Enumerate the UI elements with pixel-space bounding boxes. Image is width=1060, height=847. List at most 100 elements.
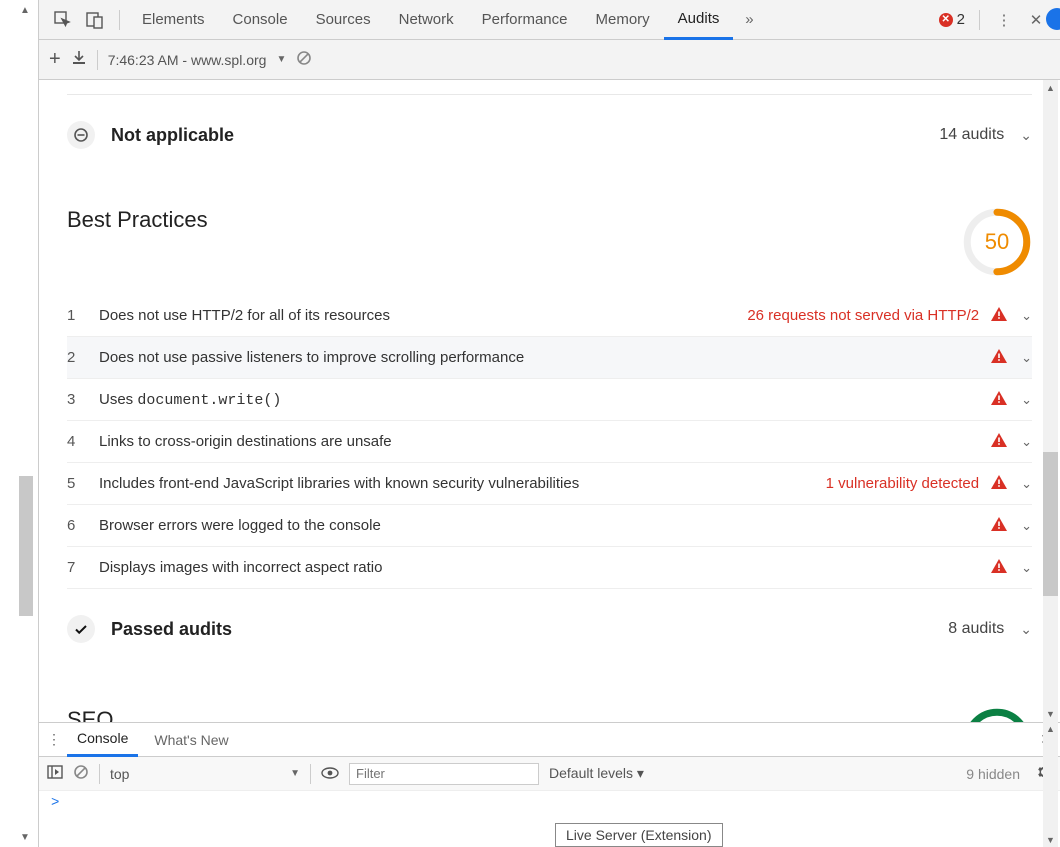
check-icon	[67, 615, 95, 643]
download-report-icon[interactable]	[71, 50, 87, 69]
audit-row[interactable]: 5Includes front-end JavaScript libraries…	[67, 463, 1032, 505]
drawer-tab-whatsnew[interactable]: What's New	[144, 723, 238, 757]
tab-audits[interactable]: Audits	[664, 0, 734, 40]
audit-row[interactable]: 6Browser errors were logged to the conso…	[67, 505, 1032, 547]
section-best-practices: Best Practices 50	[67, 167, 1032, 277]
audit-label: Does not use passive listeners to improv…	[99, 349, 991, 366]
live-expression-icon[interactable]	[321, 766, 339, 782]
drawer-scrollbar[interactable]: ▲ ▼	[1043, 722, 1058, 847]
audit-label: Links to cross-origin destinations are u…	[99, 433, 991, 450]
section-title: SEO	[67, 707, 113, 722]
chevron-down-icon: ⌄	[1021, 518, 1032, 534]
scroll-up-icon[interactable]: ▲	[1043, 722, 1058, 736]
audit-index: 2	[67, 349, 99, 366]
chevron-down-icon: ▼	[276, 54, 286, 65]
audit-label: Displays images with incorrect aspect ra…	[99, 559, 991, 576]
chevron-down-icon: ⌄	[1020, 127, 1032, 144]
tab-network[interactable]: Network	[385, 0, 468, 40]
filter-input[interactable]	[349, 763, 539, 785]
chevron-down-icon: ▼	[290, 768, 300, 779]
drawer-tab-console[interactable]: Console	[67, 723, 138, 757]
warning-triangle-icon	[991, 307, 1007, 325]
audit-label: Does not use HTTP/2 for all of its resou…	[99, 307, 747, 324]
section-seo: SEO	[67, 661, 1032, 722]
console-prompt[interactable]: >	[39, 791, 1060, 815]
chevron-down-icon: ⌄	[1021, 308, 1032, 324]
error-count-badge[interactable]: ✕ 2	[939, 11, 965, 28]
warning-triangle-icon	[991, 559, 1007, 577]
context-selector[interactable]: top ▼	[110, 766, 300, 782]
section-not-applicable[interactable]: Not applicable 14 audits ⌄	[67, 95, 1032, 167]
scroll-up-icon[interactable]: ▲	[1043, 80, 1058, 96]
warning-triangle-icon	[991, 517, 1007, 535]
audit-row[interactable]: 2Does not use passive listeners to impro…	[67, 337, 1032, 379]
separator	[979, 10, 980, 30]
separator	[97, 50, 98, 70]
section-title: Not applicable	[111, 125, 234, 146]
report-selector[interactable]: 7:46:23 AM - www.spl.org ▼	[108, 52, 287, 68]
section-title: Passed audits	[111, 619, 232, 640]
score-gauge	[962, 707, 1032, 722]
new-audit-icon[interactable]: +	[49, 48, 61, 71]
context-label: top	[110, 766, 129, 782]
tooltip: Live Server (Extension)	[555, 823, 723, 847]
warning-triangle-icon	[991, 475, 1007, 493]
page-scroll-up-icon[interactable]: ▲	[17, 2, 33, 18]
chevron-down-icon: ⌄	[1021, 434, 1032, 450]
scroll-down-icon[interactable]: ▼	[1043, 706, 1058, 722]
inspect-element-icon[interactable]	[51, 8, 75, 32]
tab-performance[interactable]: Performance	[468, 0, 582, 40]
chevron-down-icon: ⌄	[1021, 476, 1032, 492]
audit-detail: 26 requests not served via HTTP/2	[747, 307, 979, 324]
scroll-down-icon[interactable]: ▼	[1043, 833, 1058, 847]
tab-memory[interactable]: Memory	[582, 0, 664, 40]
audit-row[interactable]: 3Uses document.write() ⌄	[67, 379, 1032, 421]
audit-label: Uses document.write()	[99, 391, 991, 409]
console-drawer: ⋮ Console What's New ✕ top ▼ Default le	[39, 722, 1060, 847]
score-value: 50	[962, 207, 1032, 277]
hidden-count: 9 hidden	[966, 766, 1020, 782]
score-gauge: 50	[962, 207, 1032, 277]
audit-row[interactable]: 4Links to cross-origin destinations are …	[67, 421, 1032, 463]
audit-index: 3	[67, 391, 99, 408]
separator	[119, 10, 120, 30]
clear-console-icon[interactable]	[73, 764, 89, 783]
section-passed-audits[interactable]: Passed audits 8 audits ⌄	[67, 589, 1032, 661]
audits-toolbar: + 7:46:23 AM - www.spl.org ▼	[39, 40, 1060, 80]
audit-label: Browser errors were logged to the consol…	[99, 517, 991, 534]
warning-triangle-icon	[991, 391, 1007, 409]
console-sidebar-toggle-icon[interactable]	[47, 764, 63, 783]
tab-sources[interactable]: Sources	[302, 0, 385, 40]
audit-index: 6	[67, 517, 99, 534]
chevron-down-icon: ⌄	[1021, 350, 1032, 366]
page-scroll-down-icon[interactable]: ▼	[17, 829, 33, 845]
audit-index: 5	[67, 475, 99, 492]
scrollbar-thumb[interactable]	[1043, 452, 1058, 596]
devtools-panel: Elements Console Sources Network Perform…	[38, 0, 1060, 847]
page-scrollbar-thumb[interactable]	[19, 476, 33, 616]
audit-row[interactable]: 1Does not use HTTP/2 for all of its reso…	[67, 295, 1032, 337]
audit-row[interactable]: 7Displays images with incorrect aspect r…	[67, 547, 1032, 589]
section-title: Best Practices	[67, 207, 208, 233]
clear-icon[interactable]	[296, 50, 312, 69]
report-scrollbar[interactable]: ▲ ▼	[1043, 80, 1058, 722]
kebab-menu-icon[interactable]: ⋮	[47, 731, 61, 748]
error-dot-icon: ✕	[939, 13, 953, 27]
devtools-tabbar: Elements Console Sources Network Perform…	[39, 0, 1060, 40]
log-levels-selector[interactable]: Default levels ▾	[549, 765, 644, 782]
toggle-device-icon[interactable]	[83, 8, 107, 32]
tab-elements[interactable]: Elements	[128, 0, 219, 40]
tab-console[interactable]: Console	[219, 0, 302, 40]
report-selector-label: 7:46:23 AM - www.spl.org	[108, 52, 267, 68]
drawer-tabs: ⋮ Console What's New ✕	[39, 723, 1060, 757]
more-tabs-icon[interactable]: »	[737, 8, 761, 32]
close-devtools-icon[interactable]: ✕	[1024, 8, 1048, 32]
audit-label: Includes front-end JavaScript libraries …	[99, 475, 826, 492]
audit-report: Not applicable 14 audits ⌄ Best Practice…	[39, 80, 1060, 722]
audit-index: 4	[67, 433, 99, 450]
console-toolbar: top ▼ Default levels ▾ 9 hidden	[39, 757, 1060, 791]
chevron-down-icon: ⌄	[1021, 560, 1032, 576]
minus-circle-icon	[67, 121, 95, 149]
chevron-down-icon: ⌄	[1021, 392, 1032, 408]
kebab-menu-icon[interactable]: ⋮	[992, 8, 1016, 32]
